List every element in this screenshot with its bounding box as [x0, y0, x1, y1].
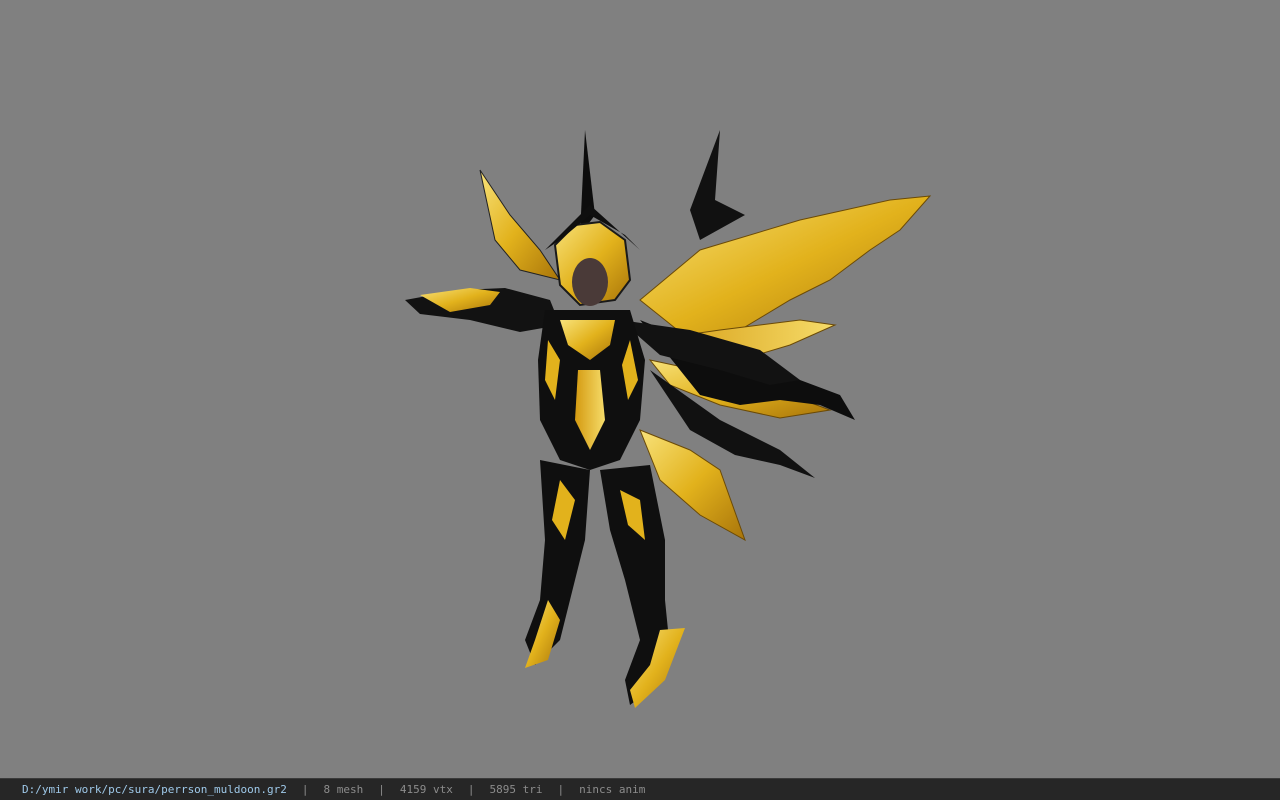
- model-viewport[interactable]: [0, 0, 1280, 778]
- file-path: D:/ymir work/pc/sura/perrson_muldoon.gr2: [22, 783, 287, 796]
- animation-status: nincs anim: [579, 783, 646, 796]
- separator: |: [467, 783, 475, 796]
- torso: [538, 310, 645, 470]
- separator: |: [378, 783, 385, 796]
- mesh-count: 8 mesh: [323, 783, 364, 796]
- character-model[interactable]: [0, 0, 1280, 778]
- triangle-count: 5895 tri: [489, 783, 543, 796]
- separator: |: [557, 783, 565, 796]
- vertex-count: 4159 vtx: [399, 783, 453, 796]
- status-bar: D:/ymir work/pc/sura/perrson_muldoon.gr2…: [0, 778, 1280, 800]
- left-arm: [405, 288, 560, 332]
- head: [545, 205, 640, 307]
- legs: [525, 460, 685, 708]
- separator: |: [301, 783, 309, 796]
